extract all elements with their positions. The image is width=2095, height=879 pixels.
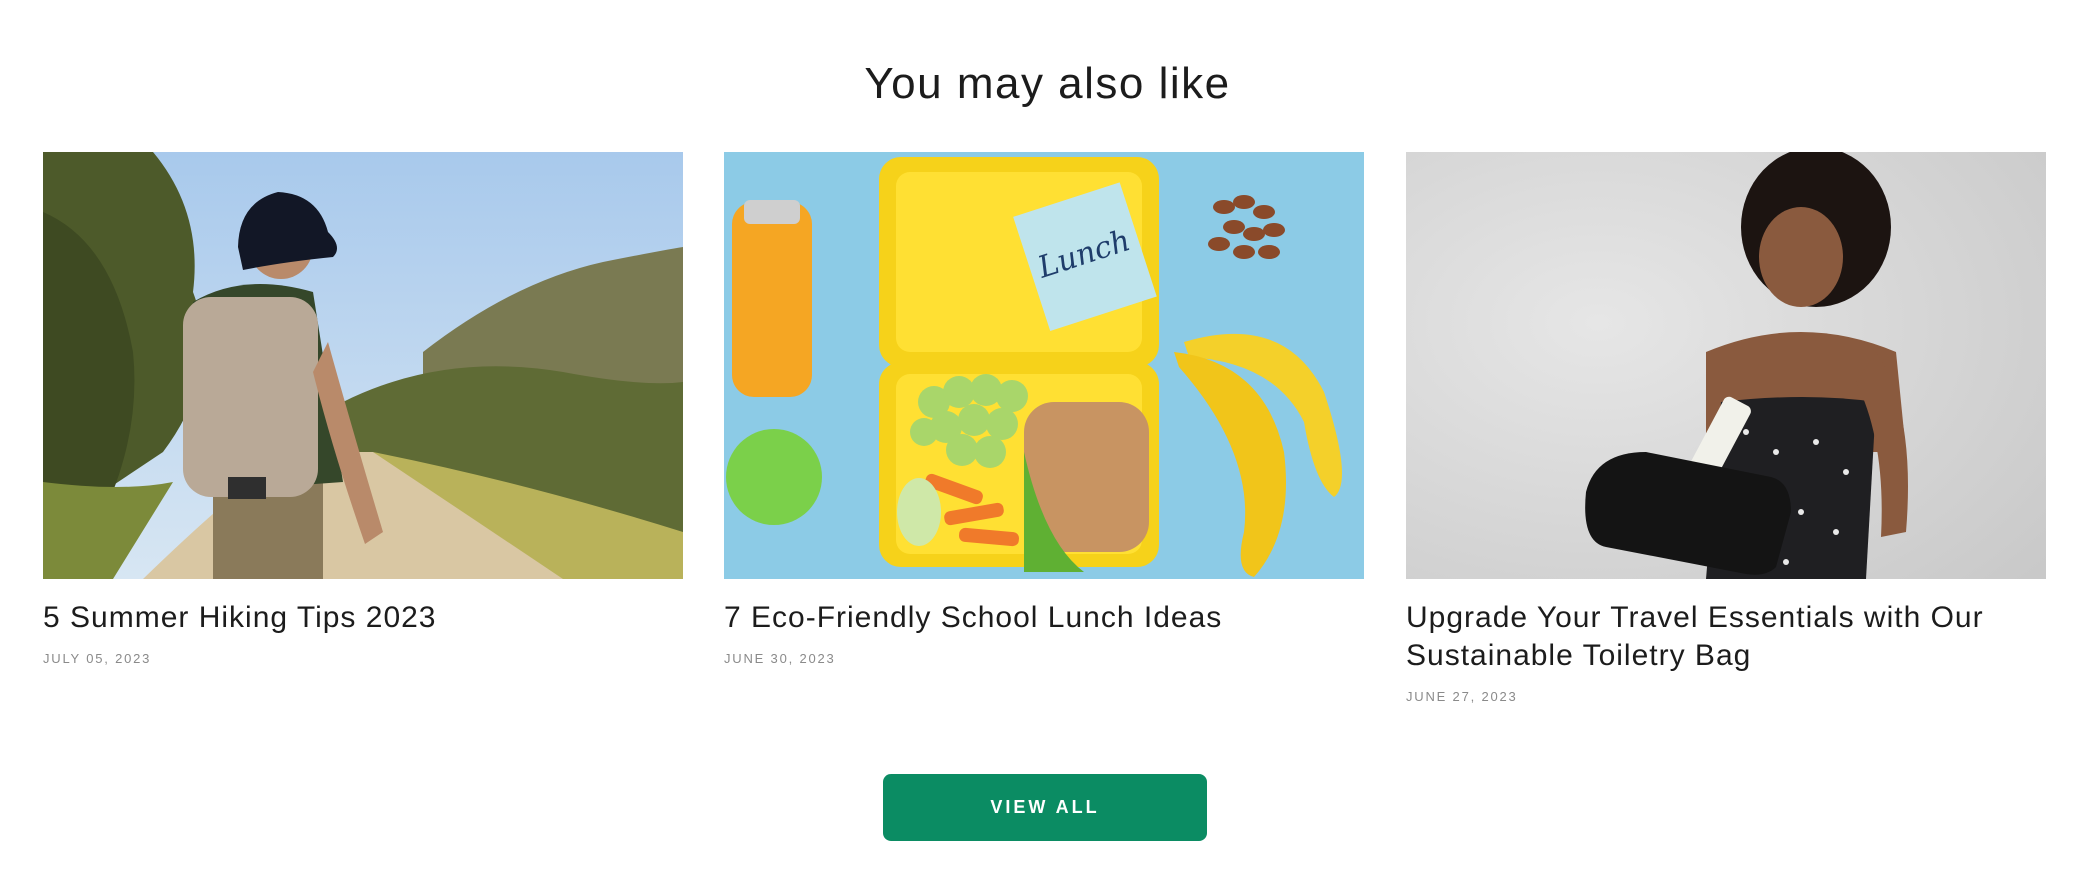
card-title[interactable]: Upgrade Your Travel Essentials with Our … bbox=[1406, 599, 2046, 675]
blog-card-hiking[interactable]: 5 Summer Hiking Tips 2023 JULY 05, 2023 bbox=[43, 152, 683, 666]
section-title: You may also like bbox=[864, 59, 1231, 108]
view-all-button[interactable]: VIEW ALL bbox=[883, 774, 1207, 841]
blog-card-lunch[interactable]: Lunch 7 Eco-Friendly School Lunch Ideas … bbox=[724, 152, 1364, 666]
blog-card-toiletry-bag[interactable]: Upgrade Your Travel Essentials with Our … bbox=[1406, 152, 2046, 704]
card-date: JUNE 27, 2023 bbox=[1406, 689, 1518, 704]
card-date: JULY 05, 2023 bbox=[43, 651, 152, 666]
card-title[interactable]: 7 Eco-Friendly School Lunch Ideas bbox=[724, 599, 1364, 637]
woman-with-toiletry-bag-image[interactable] bbox=[1406, 152, 2046, 579]
card-date: JUNE 30, 2023 bbox=[724, 651, 836, 666]
card-title[interactable]: 5 Summer Hiking Tips 2023 bbox=[43, 599, 683, 637]
lunchbox-image[interactable]: Lunch bbox=[724, 152, 1364, 579]
hiker-on-trail-image[interactable] bbox=[43, 152, 683, 579]
